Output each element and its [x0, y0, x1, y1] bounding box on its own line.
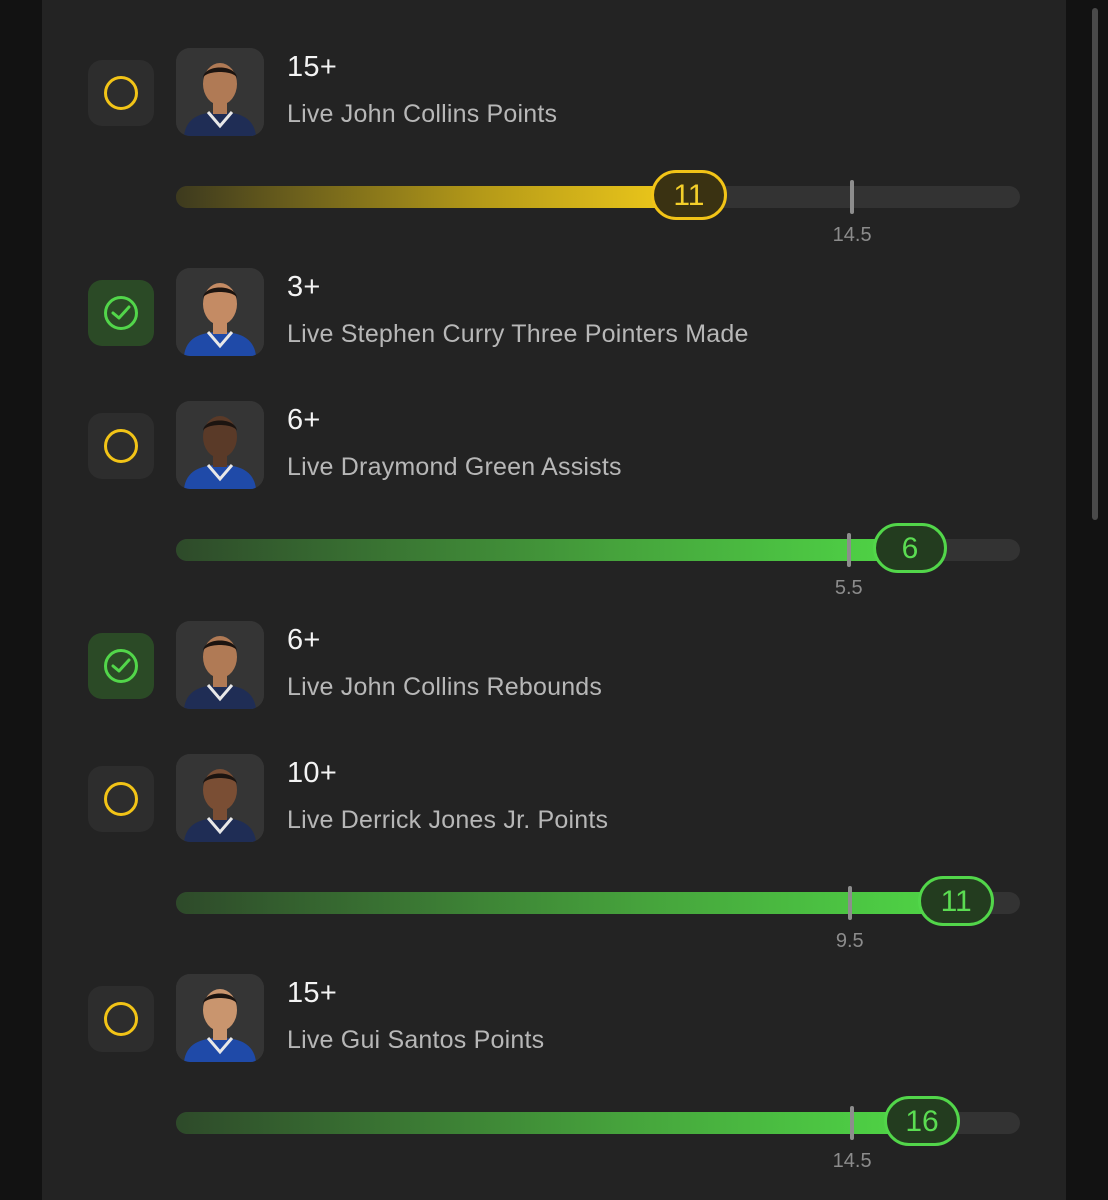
- leg-status: [88, 633, 154, 699]
- current-value-badge: 16: [884, 1096, 961, 1146]
- leg-market: Live Gui Santos Points: [287, 1026, 545, 1054]
- progress-fill: [176, 186, 689, 208]
- bet-legs-panel: 15+ Live John Collins Points 14.5 11 3+ …: [42, 0, 1066, 1200]
- leg-item[interactable]: 10+ Live Derrick Jones Jr. Points: [42, 754, 1066, 854]
- player-avatar-icon: [176, 48, 264, 136]
- leg-market: Live Draymond Green Assists: [287, 453, 622, 481]
- target-tick: [850, 1106, 855, 1140]
- check-circle-icon: [104, 649, 138, 683]
- leg-item[interactable]: 3+ Live Stephen Curry Three Pointers Mad…: [42, 268, 1066, 368]
- player-avatar-icon: [176, 268, 264, 356]
- leg-line: 15+: [287, 51, 338, 83]
- progress-bar: 9.5 11: [176, 876, 1020, 952]
- leg-market: Live John Collins Rebounds: [287, 673, 603, 701]
- empty-circle-icon: [104, 76, 138, 110]
- leg-line: 10+: [287, 757, 338, 789]
- progress-bar: 14.5 16: [176, 1096, 1020, 1172]
- leg-market: Live John Collins Points: [287, 100, 558, 128]
- leg-status: [88, 986, 154, 1052]
- leg-item[interactable]: 15+ Live Gui Santos Points: [42, 974, 1066, 1074]
- progress-fill: [176, 1112, 923, 1134]
- target-label: 14.5: [832, 224, 872, 246]
- leg-line: 6+: [287, 404, 321, 436]
- leg-line: 3+: [287, 271, 321, 303]
- leg-line: 15+: [287, 977, 338, 1009]
- target-tick: [850, 180, 855, 214]
- scrollbar-thumb[interactable]: [1092, 8, 1098, 520]
- progress-fill: [176, 539, 910, 561]
- leg-market: Live Derrick Jones Jr. Points: [287, 806, 609, 834]
- current-value-badge: 11: [918, 876, 995, 926]
- target-label: 5.5: [834, 577, 863, 599]
- leg-item[interactable]: 6+ Live John Collins Rebounds: [42, 621, 1066, 721]
- player-avatar-icon: [176, 621, 264, 709]
- progress-bar: 5.5 6: [176, 523, 1020, 599]
- player-avatar-icon: [176, 401, 264, 489]
- leg-item[interactable]: 15+ Live John Collins Points: [42, 48, 1066, 148]
- progress-fill: [176, 892, 957, 914]
- current-value-badge: 6: [872, 523, 947, 573]
- target-label: 14.5: [832, 1150, 872, 1172]
- player-avatar-icon: [176, 754, 264, 842]
- leg-status: [88, 413, 154, 479]
- target-label: 9.5: [835, 930, 864, 952]
- empty-circle-icon: [104, 429, 138, 463]
- leg-market: Live Stephen Curry Three Pointers Made: [287, 320, 749, 348]
- player-avatar-icon: [176, 974, 264, 1062]
- current-value-badge: 11: [650, 170, 727, 220]
- leg-status: [88, 60, 154, 126]
- target-tick: [847, 886, 852, 920]
- leg-line: 6+: [287, 624, 321, 656]
- target-tick: [846, 533, 851, 567]
- progress-bar: 14.5 11: [176, 170, 1020, 246]
- empty-circle-icon: [104, 782, 138, 816]
- empty-circle-icon: [104, 1002, 138, 1036]
- leg-status: [88, 766, 154, 832]
- leg-status: [88, 280, 154, 346]
- leg-item[interactable]: 6+ Live Draymond Green Assists: [42, 401, 1066, 501]
- check-circle-icon: [104, 296, 138, 330]
